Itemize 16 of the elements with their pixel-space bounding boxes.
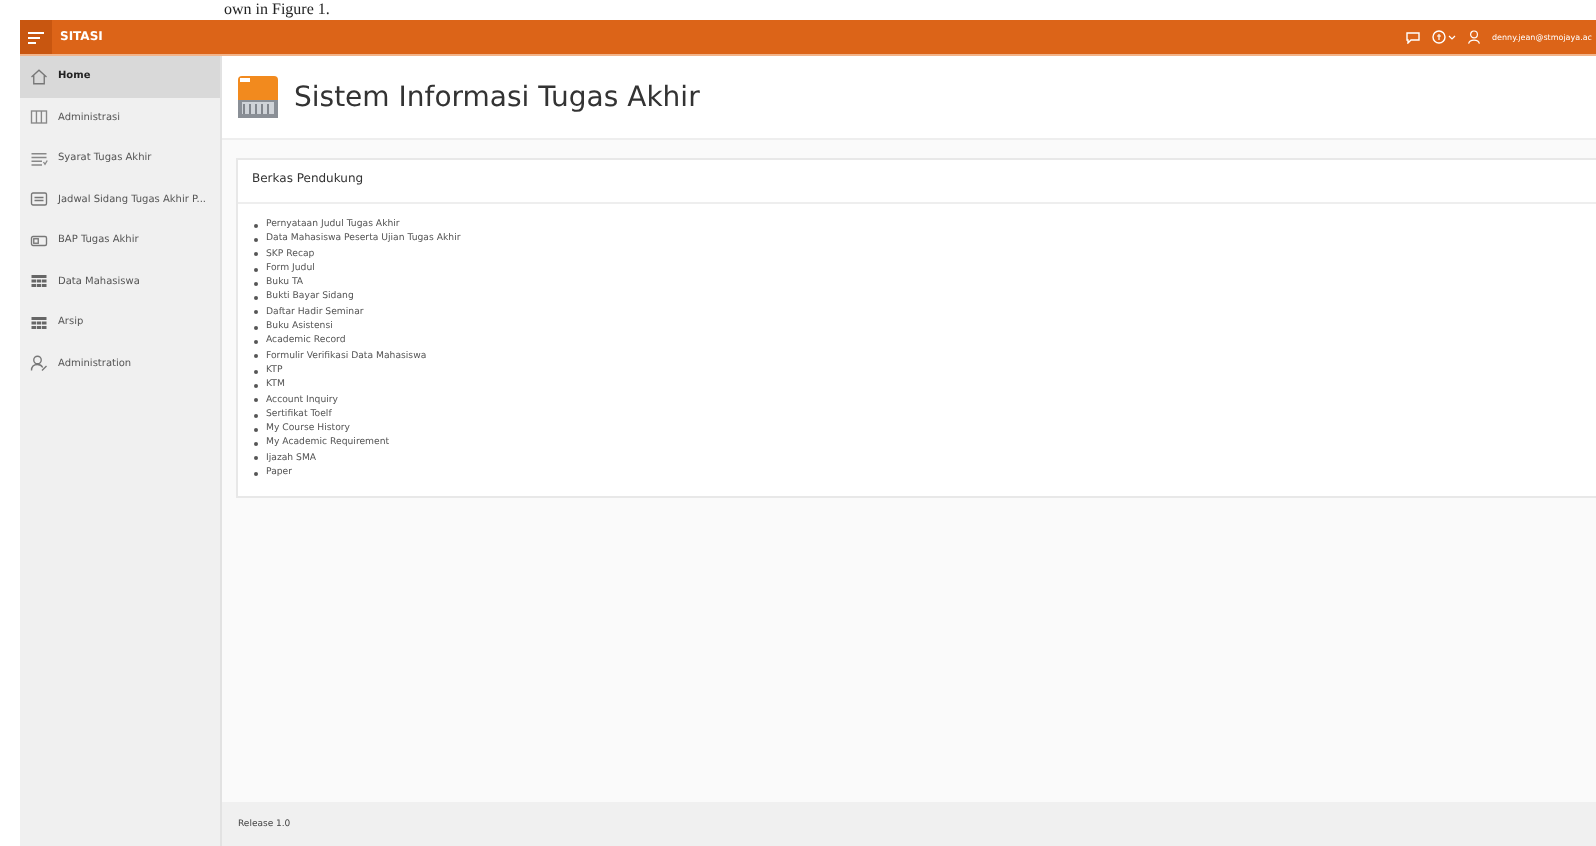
chat-icon[interactable]	[1406, 31, 1420, 43]
home-icon	[30, 67, 48, 86]
help-icon[interactable]	[1432, 30, 1456, 44]
table-icon	[30, 313, 48, 332]
checklist-icon	[30, 149, 48, 168]
user-icon	[30, 354, 48, 373]
card-icon	[30, 231, 48, 250]
table-icon	[30, 272, 48, 291]
building-logo	[238, 76, 278, 118]
form-icon	[30, 190, 48, 209]
caption-text: own in Figure 1.	[224, 0, 330, 20]
grid-icon	[30, 108, 48, 127]
page-title: Sistem Informasi Tugas Akhir	[294, 81, 700, 113]
menu-button[interactable]	[20, 20, 52, 54]
user-icon[interactable]	[1468, 30, 1480, 44]
menu-icon	[28, 31, 44, 43]
